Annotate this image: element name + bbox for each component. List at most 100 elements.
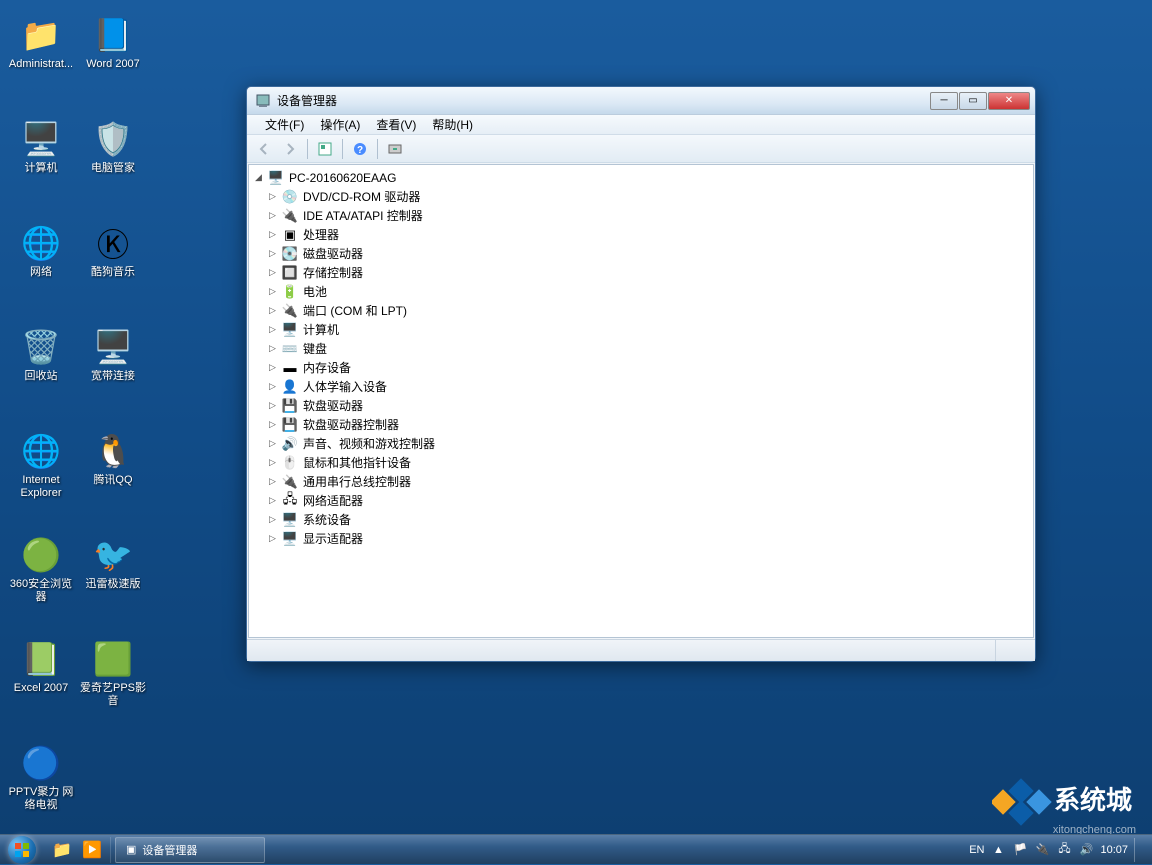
app-icon: 🔵 [20, 742, 62, 784]
expand-icon[interactable]: ▷ [269, 401, 281, 411]
root-label: PC-20160620EAAG [289, 171, 396, 185]
properties-button[interactable] [314, 138, 336, 160]
tree-node[interactable]: ▷💾软盘驱动器控制器 [249, 415, 1033, 434]
tree-node[interactable]: ▷🔌IDE ATA/ATAPI 控制器 [249, 206, 1033, 225]
maximize-button[interactable]: ▭ [959, 92, 987, 110]
tree-node[interactable]: ▷🖥️系统设备 [249, 510, 1033, 529]
node-label: 处理器 [303, 226, 339, 243]
language-indicator[interactable]: EN [969, 844, 984, 856]
menu-item[interactable]: 操作(A) [312, 116, 368, 133]
show-desktop-button[interactable] [1134, 838, 1142, 862]
expand-icon[interactable]: ▷ [269, 325, 281, 335]
tree-node[interactable]: ▷▣处理器 [249, 225, 1033, 244]
expand-icon[interactable]: ▷ [269, 439, 281, 449]
app-icon: 🟩 [92, 638, 134, 680]
tree-node[interactable]: ▷🔊声音、视频和游戏控制器 [249, 434, 1033, 453]
desktop-icon[interactable]: 🐧腾讯QQ [78, 430, 148, 487]
app-icon: 🐧 [92, 430, 134, 472]
media-player-icon[interactable]: ▶️ [78, 837, 106, 863]
minimize-button[interactable]: ─ [930, 92, 958, 110]
menu-item[interactable]: 文件(F) [257, 116, 312, 133]
tree-node[interactable]: ▷💾软盘驱动器 [249, 396, 1033, 415]
app-icon: 🌐 [20, 222, 62, 264]
icon-label: 迅雷极速版 [86, 578, 141, 591]
start-button[interactable] [0, 835, 44, 865]
expand-icon[interactable]: ▷ [269, 496, 281, 506]
expand-icon[interactable]: ▷ [269, 192, 281, 202]
tree-node[interactable]: ▷💽磁盘驱动器 [249, 244, 1033, 263]
network-icon[interactable]: 🖧 [1056, 842, 1072, 858]
desktop-icon[interactable]: 🖥️宽带连接 [78, 326, 148, 383]
desktop-icon[interactable]: 📘Word 2007 [78, 14, 148, 71]
menubar: 文件(F)操作(A)查看(V)帮助(H) [247, 115, 1035, 135]
desktop-icon[interactable]: 🐦迅雷极速版 [78, 534, 148, 591]
desktop-icon[interactable]: 🟢360安全浏览器 [6, 534, 76, 604]
desktop-icon[interactable]: 📗Excel 2007 [6, 638, 76, 695]
desktop-icon[interactable]: 🗑️回收站 [6, 326, 76, 383]
safe-remove-icon[interactable]: 🔌 [1034, 842, 1050, 858]
close-button[interactable]: ✕ [988, 92, 1030, 110]
expand-icon[interactable]: ▷ [269, 268, 281, 278]
expand-icon[interactable]: ▷ [269, 230, 281, 240]
expand-icon[interactable]: ▷ [269, 287, 281, 297]
tree-node[interactable]: ▷🔲存储控制器 [249, 263, 1033, 282]
collapse-icon[interactable]: ◢ [255, 173, 267, 183]
tree-node[interactable]: ▷⌨️键盘 [249, 339, 1033, 358]
tree-node[interactable]: ▷💿DVD/CD-ROM 驱动器 [249, 187, 1033, 206]
expand-icon[interactable]: ▷ [269, 515, 281, 525]
tree-node[interactable]: ▷🖱️鼠标和其他指针设备 [249, 453, 1033, 472]
taskbar-app-device-manager[interactable]: ▣ 设备管理器 [115, 837, 265, 863]
titlebar[interactable]: 设备管理器 ─ ▭ ✕ [247, 87, 1035, 115]
tray-arrow-icon[interactable]: ▲ [990, 842, 1006, 858]
help-button[interactable]: ? [349, 138, 371, 160]
expand-icon[interactable]: ▷ [269, 363, 281, 373]
tree-node[interactable]: ▷🖥️计算机 [249, 320, 1033, 339]
resize-grip[interactable] [995, 640, 1035, 661]
menu-item[interactable]: 查看(V) [368, 116, 424, 133]
desktop-icon[interactable]: Ⓚ酷狗音乐 [78, 222, 148, 279]
forward-button[interactable] [279, 138, 301, 160]
system-tray: EN ▲ 🏳️ 🔌 🖧 🔊 10:07 [969, 838, 1152, 862]
desktop-icon[interactable]: 🖥️计算机 [6, 118, 76, 175]
node-label: 声音、视频和游戏控制器 [303, 435, 435, 452]
desktop-icon[interactable]: 🟩爱奇艺PPS影音 [78, 638, 148, 708]
menu-item[interactable]: 帮助(H) [424, 116, 481, 133]
expand-icon[interactable]: ▷ [269, 211, 281, 221]
expand-icon[interactable]: ▷ [269, 534, 281, 544]
scan-button[interactable] [384, 138, 406, 160]
clock[interactable]: 10:07 [1100, 844, 1128, 856]
desktop-icon[interactable]: 📁Administrat... [6, 14, 76, 71]
icon-label: Excel 2007 [14, 682, 68, 695]
tree-node[interactable]: ▷👤人体学输入设备 [249, 377, 1033, 396]
volume-icon[interactable]: 🔊 [1078, 842, 1094, 858]
expand-icon[interactable]: ▷ [269, 420, 281, 430]
back-button[interactable] [253, 138, 275, 160]
tree-node[interactable]: ▷🖥️显示适配器 [249, 529, 1033, 548]
device-category-icon: 🖥️ [281, 531, 299, 547]
expand-icon[interactable]: ▷ [269, 344, 281, 354]
expand-icon[interactable]: ▷ [269, 306, 281, 316]
expand-icon[interactable]: ▷ [269, 382, 281, 392]
tree-node[interactable]: ▷🔌通用串行总线控制器 [249, 472, 1033, 491]
tree-node[interactable]: ▷🔋电池 [249, 282, 1033, 301]
expand-icon[interactable]: ▷ [269, 458, 281, 468]
explorer-icon[interactable]: 📁 [48, 837, 76, 863]
desktop-icon[interactable]: 🌐Internet Explorer [6, 430, 76, 500]
desktop-icon[interactable]: 🛡️电脑管家 [78, 118, 148, 175]
device-manager-window: 设备管理器 ─ ▭ ✕ 文件(F)操作(A)查看(V)帮助(H) ? ◢ 🖥️ … [246, 86, 1036, 662]
desktop-icon[interactable]: 🔵PPTV聚力 网络电视 [6, 742, 76, 812]
device-tree[interactable]: ◢ 🖥️ PC-20160620EAAG ▷💿DVD/CD-ROM 驱动器▷🔌I… [248, 164, 1034, 638]
statusbar [247, 639, 1035, 661]
expand-icon[interactable]: ▷ [269, 249, 281, 259]
icon-label: 宽带连接 [91, 370, 135, 383]
device-category-icon: 👤 [281, 379, 299, 395]
expand-icon[interactable]: ▷ [269, 477, 281, 487]
device-manager-icon [255, 93, 271, 109]
action-center-icon[interactable]: 🏳️ [1012, 842, 1028, 858]
desktop-icon[interactable]: 🌐网络 [6, 222, 76, 279]
tree-node[interactable]: ▷▬内存设备 [249, 358, 1033, 377]
tree-node[interactable]: ▷🔌端口 (COM 和 LPT) [249, 301, 1033, 320]
tree-root[interactable]: ◢ 🖥️ PC-20160620EAAG [249, 169, 1033, 187]
tree-node[interactable]: ▷🖧网络适配器 [249, 491, 1033, 510]
device-category-icon: ▣ [281, 227, 299, 243]
